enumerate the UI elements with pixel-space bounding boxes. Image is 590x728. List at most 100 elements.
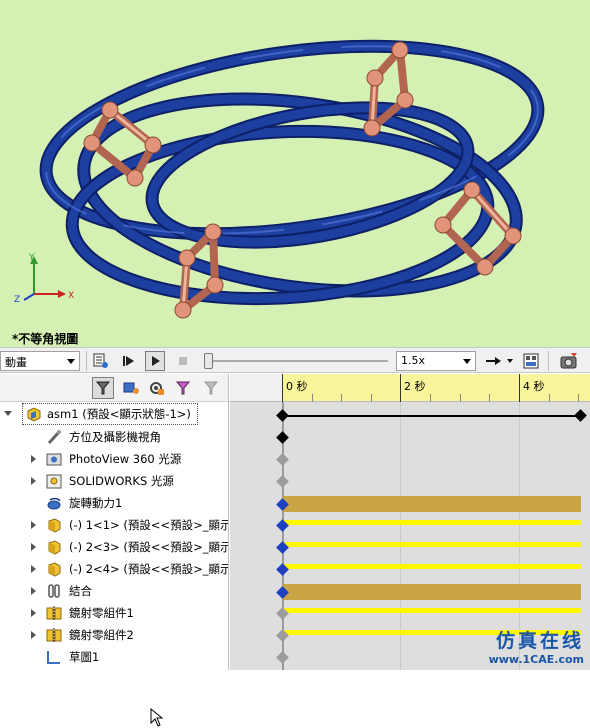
playback-speed-dropdown[interactable]: 1.5x: [396, 351, 476, 371]
minor-tick: [578, 394, 579, 402]
save-animation-button[interactable]: [521, 351, 541, 371]
tree-item-mirror-component-1[interactable]: 鏡射零組件1: [0, 602, 228, 624]
save-animation-icon: [523, 353, 539, 369]
tree-item-part-1-1[interactable]: (-) 1<1> (預設<<預設>_顯示: [0, 514, 228, 536]
expand-arrow-icon[interactable]: [31, 455, 36, 463]
tree-item-mates[interactable]: 結合: [0, 580, 228, 602]
keyframe-marker[interactable]: [276, 475, 289, 488]
toolbar-separator: [548, 351, 549, 371]
toolbar-separator: [86, 351, 87, 371]
expand-arrow-icon[interactable]: [31, 543, 36, 551]
part-icon: [48, 562, 61, 577]
playback-slider-track[interactable]: [208, 360, 388, 362]
coordinate-triad: Y X Z: [14, 253, 74, 305]
tree-item-label: 鏡射零組件2: [69, 628, 134, 642]
playback-mode-icon: [486, 357, 513, 365]
minor-tick: [341, 394, 342, 402]
component-motion-bar: [283, 608, 581, 613]
keyframe-marker[interactable]: [574, 409, 587, 422]
minor-tick: [371, 394, 372, 402]
minor-tick: [312, 394, 313, 402]
mirror-component-icon: [46, 628, 62, 642]
component-motion-bar: [283, 542, 581, 547]
keyframe-marker[interactable]: [276, 431, 289, 444]
filter-button[interactable]: [92, 377, 114, 399]
minor-tick: [460, 394, 461, 402]
add-key-icon: [150, 382, 164, 395]
autokey-button[interactable]: [120, 377, 142, 399]
camera-icon: [47, 430, 61, 445]
add-key-button[interactable]: [146, 377, 168, 399]
tree-item-label: (-) 2<3> (預設<<預設>_顯示: [69, 540, 229, 554]
tree-item-part-2-4[interactable]: (-) 2<4> (預設<<預設>_顯示: [0, 558, 228, 580]
playback-speed-value: 1.5x: [401, 354, 426, 367]
filter-animated-button[interactable]: [172, 377, 194, 399]
calculate-button[interactable]: [91, 351, 111, 371]
play-button[interactable]: [145, 351, 165, 371]
rings-model[interactable]: [0, 0, 590, 347]
graphics-viewport[interactable]: Y X Z *不等角視圖: [0, 0, 590, 347]
minor-tick: [430, 394, 431, 402]
study-type-dropdown[interactable]: 動畫: [0, 351, 80, 371]
time-tick-label: 0 秒: [286, 380, 308, 393]
expand-arrow-icon[interactable]: [31, 631, 36, 639]
major-tick: [400, 374, 401, 402]
playback-mode-button[interactable]: [482, 351, 516, 371]
keyframe-marker[interactable]: [276, 409, 289, 422]
expand-arrow-icon[interactable]: [31, 587, 36, 595]
site-watermark: 仿真在线 www.1CAE.com: [489, 626, 584, 666]
motor-timeline-bar[interactable]: [283, 496, 581, 512]
timeline-ruler-margin: [230, 374, 282, 402]
filter-selected-button[interactable]: [200, 377, 222, 399]
time-tick-label: 2 秒: [404, 380, 426, 393]
keyframe-marker[interactable]: [276, 453, 289, 466]
tree-item-part-2-3[interactable]: (-) 2<3> (預設<<預設>_顯示: [0, 536, 229, 558]
play-from-start-button[interactable]: [118, 351, 138, 371]
motion-manager-tree: asm1 (預設<顯示狀態-1>) 方位及攝影機視角 PhotoView 360…: [0, 374, 229, 670]
motion-study-toolbar: 動畫 1.5x: [0, 347, 590, 727]
timeline-ruler[interactable]: 0 秒 2 秒 4 秒: [282, 374, 590, 402]
rotary-motor-icon: [47, 497, 61, 510]
mouse-cursor-icon: [150, 708, 164, 727]
tree-item-label: PhotoView 360 光源: [69, 452, 182, 466]
tree-item-sketch-1[interactable]: 草圖1: [0, 646, 228, 668]
tree-item-label: SOLIDWORKS 光源: [69, 474, 174, 488]
filter-icon: [95, 381, 111, 395]
component-motion-bar: [283, 520, 581, 525]
keyframe-marker[interactable]: [276, 651, 289, 664]
animation-wizard-icon: [560, 353, 577, 369]
tree-item-rotary-motor[interactable]: 旋轉動力1: [0, 492, 228, 514]
time-tick-label: 4 秒: [523, 380, 545, 393]
autokey-icon: [123, 382, 139, 394]
tree-item-photoview-lights[interactable]: PhotoView 360 光源: [0, 448, 228, 470]
tree-item-label: 方位及攝影機視角: [69, 430, 161, 444]
triad-x-label: X: [68, 291, 74, 301]
sketch-icon: [47, 651, 60, 664]
stop-button[interactable]: [173, 351, 193, 371]
tree-item-label: 旋轉動力1: [69, 496, 123, 510]
tree-item-label: 結合: [69, 584, 92, 598]
animation-wizard-button[interactable]: [557, 351, 581, 371]
expand-arrow-icon[interactable]: [31, 565, 36, 573]
minor-tick: [489, 394, 490, 402]
tree-item-mirror-component-2[interactable]: 鏡射零組件2: [0, 624, 228, 646]
component-motion-bar: [283, 564, 581, 569]
playback-slider-thumb[interactable]: [204, 353, 213, 369]
expand-arrow-icon[interactable]: [31, 477, 36, 485]
animation-timeline[interactable]: 0 秒 2 秒 4 秒 仿真在线 www.1CAE.com: [230, 374, 590, 670]
tree-item-label: 鏡射零組件1: [69, 606, 134, 620]
assembly-key-line: [283, 415, 581, 417]
mirror-component-icon: [46, 606, 62, 620]
mates-timeline-bar[interactable]: [283, 584, 581, 600]
expand-arrow-icon[interactable]: [4, 411, 12, 416]
tree-filter-bar: [0, 374, 228, 402]
expand-arrow-icon[interactable]: [31, 609, 36, 617]
assembly-icon: [27, 407, 41, 422]
tree-item-orientation-camera[interactable]: 方位及攝影機視角: [0, 426, 228, 448]
expand-arrow-icon[interactable]: [31, 521, 36, 529]
chevron-down-icon: [463, 359, 471, 364]
watermark-url: www.1CAE.com: [488, 653, 584, 666]
tree-item-solidworks-lights[interactable]: SOLIDWORKS 光源: [0, 470, 228, 492]
filter-animated-icon: [175, 381, 191, 395]
tree-item-asm1[interactable]: asm1 (預設<顯示狀態-1>): [0, 403, 228, 425]
